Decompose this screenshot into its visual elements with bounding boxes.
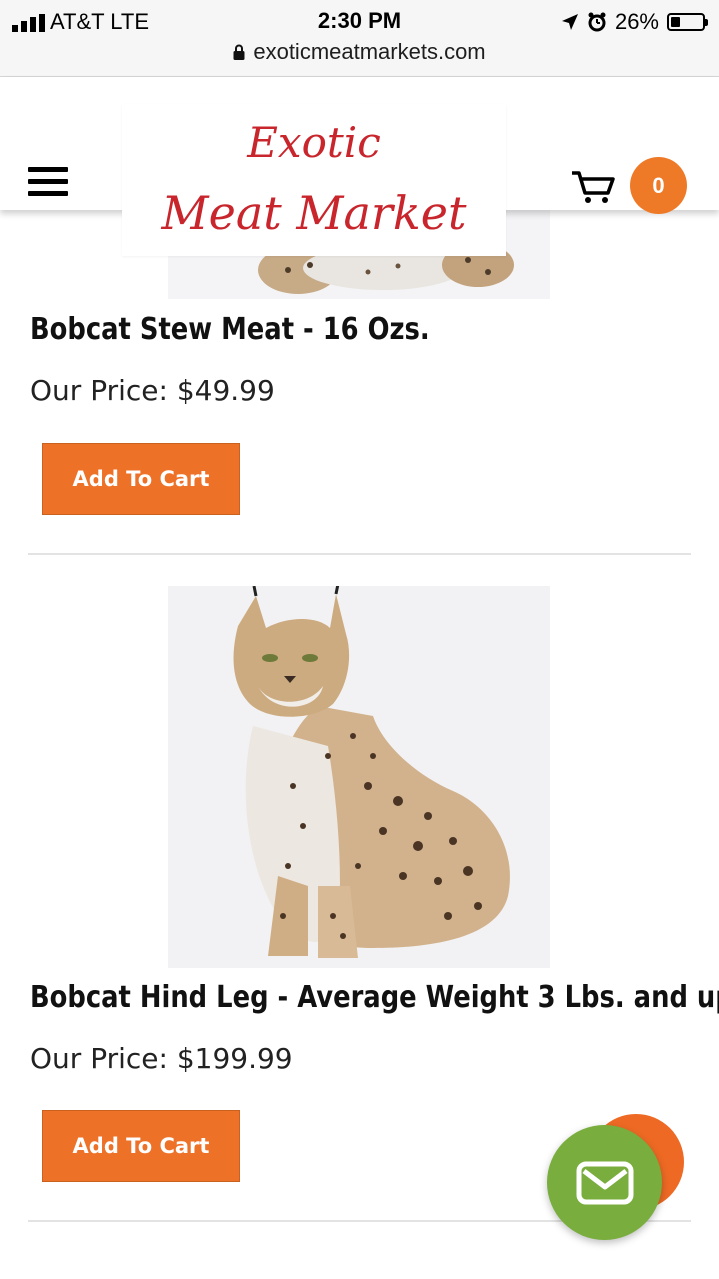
cart-count-badge[interactable]: 0 — [630, 157, 687, 214]
logo-line-2: Meat Market — [161, 186, 467, 240]
logo-line-1: Exotic — [247, 118, 381, 167]
alarm-icon — [588, 12, 606, 32]
mail-icon — [576, 1161, 633, 1204]
divider — [28, 553, 691, 555]
add-to-cart-button[interactable]: Add To Cart — [42, 443, 240, 515]
lock-icon — [233, 44, 245, 60]
battery-percent: 26% — [614, 9, 659, 34]
location-icon — [561, 14, 578, 30]
url-text: exoticmeatmarkets.com — [253, 39, 486, 64]
menu-icon[interactable] — [28, 167, 68, 199]
battery-icon — [667, 13, 708, 31]
product-price: Our Price: $49.99 — [30, 374, 275, 407]
product-title[interactable]: Bobcat Hind Leg - Average Weight 3 Lbs. … — [30, 980, 719, 1015]
address-bar[interactable]: exoticmeatmarkets.com — [0, 38, 719, 66]
contact-button[interactable] — [547, 1125, 662, 1240]
product-title[interactable]: Bobcat Stew Meat - 16 Ozs. — [30, 312, 430, 347]
add-to-cart-button[interactable]: Add To Cart — [42, 1110, 240, 1182]
status-bar: AT&T LTE 2:30 PM 26% exoticmeatmarkets.c… — [0, 0, 719, 77]
product-image-hind-leg[interactable] — [168, 586, 550, 968]
cart-icon[interactable] — [570, 169, 616, 205]
site-logo[interactable]: Exotic Meat Market — [122, 104, 506, 256]
product-price: Our Price: $199.99 — [30, 1042, 293, 1075]
